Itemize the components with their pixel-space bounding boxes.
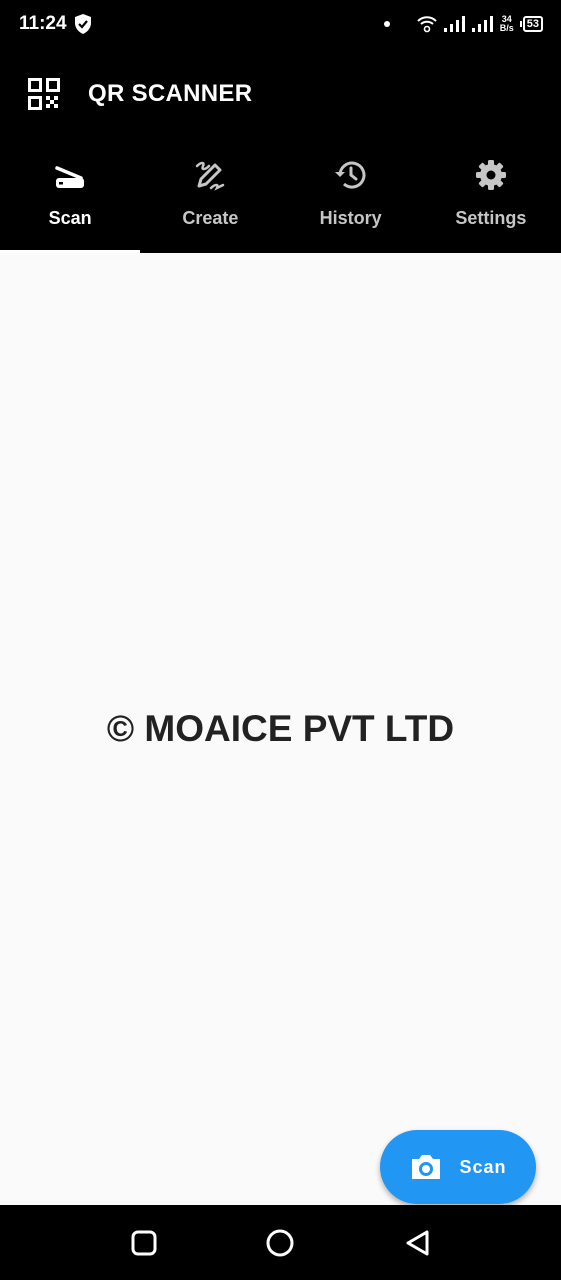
tab-scan[interactable]: Scan (0, 140, 141, 253)
copyright-text: © MOAICE PVT LTD (106, 708, 455, 749)
gear-icon (475, 160, 506, 190)
tab-settings[interactable]: Settings (421, 140, 561, 253)
scanner-icon (55, 166, 85, 188)
net-speed-unit: B/s (499, 23, 514, 33)
shield-icon (75, 14, 91, 34)
status-indicators: 34 B/s 53 (383, 14, 543, 34)
qr-code-icon (28, 78, 60, 110)
battery-level: 53 (522, 16, 543, 32)
recent-apps-icon[interactable] (129, 1228, 159, 1258)
tab-create-label: Create (182, 208, 239, 228)
tab-settings-label: Settings (455, 208, 527, 228)
battery-cap (519, 21, 522, 27)
notification-dot (383, 21, 390, 27)
scan-fab-button[interactable]: Scan (380, 1130, 536, 1204)
battery-indicator: 53 (519, 16, 543, 32)
app-bar: QR SCANNER (0, 50, 561, 140)
home-icon[interactable] (265, 1228, 295, 1258)
signal-icon-2 (471, 16, 493, 32)
camera-icon (412, 1155, 441, 1179)
tab-scan-label: Scan (48, 208, 92, 228)
fab-label: Scan (459, 1156, 507, 1177)
history-icon (334, 161, 366, 189)
edit-icon (196, 161, 225, 191)
tab-create[interactable]: Create (140, 140, 280, 253)
tab-bar: Scan Create History Settings (0, 140, 561, 253)
main-content: © MOAICE PVT LTD (0, 253, 561, 1205)
app-title: QR SCANNER (88, 80, 253, 107)
system-nav-bar (0, 1205, 561, 1280)
tab-history[interactable]: History (281, 140, 421, 253)
status-bar: 11:24 34 B/s 53 (0, 0, 561, 50)
status-time: 11:24 (19, 13, 67, 34)
net-speed: 34 B/s (500, 15, 514, 33)
signal-icon (443, 16, 465, 32)
back-icon[interactable] (403, 1228, 433, 1258)
tab-history-label: History (319, 208, 382, 228)
wifi-icon (417, 16, 437, 33)
